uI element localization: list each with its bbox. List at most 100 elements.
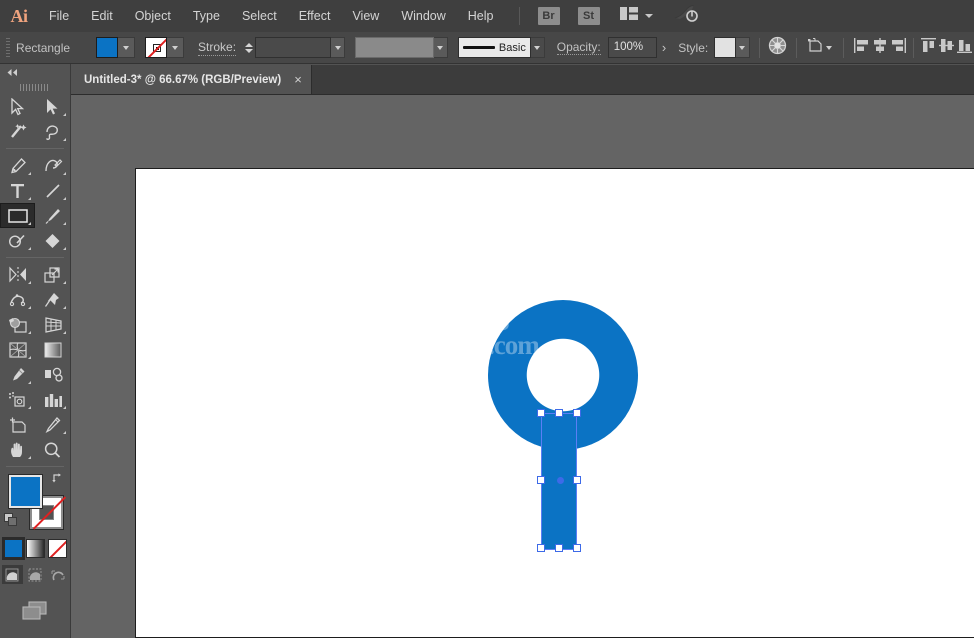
chevron-down-icon [437, 45, 444, 50]
stroke-weight-stepper[interactable] [244, 37, 254, 58]
brush-definition-dropdown-button[interactable] [530, 37, 545, 58]
rotate-tool[interactable] [0, 262, 35, 287]
draw-inside-button[interactable] [48, 565, 69, 584]
opacity-input[interactable]: 100% [607, 37, 657, 58]
default-fill-stroke-button[interactable] [4, 513, 19, 528]
menu-edit[interactable]: Edit [80, 0, 124, 32]
align-left-button[interactable] [853, 37, 871, 59]
handle-bottom-left[interactable] [537, 544, 545, 552]
eyedropper-tool[interactable] [0, 362, 35, 387]
line-segment-tool[interactable] [35, 178, 70, 203]
handle-top-right[interactable] [573, 409, 581, 417]
swap-fill-stroke-button[interactable] [51, 471, 65, 485]
shape-builder-tool[interactable] [0, 312, 35, 337]
paintbrush-icon [45, 208, 60, 224]
handle-top-center[interactable] [555, 409, 563, 417]
menu-window[interactable]: Window [390, 0, 456, 32]
type-tool[interactable] [0, 178, 35, 203]
align-top-button[interactable] [920, 37, 938, 59]
symbol-sprayer-tool[interactable] [0, 387, 35, 412]
align-right-button[interactable] [889, 37, 907, 59]
color-mode-button[interactable] [1, 537, 25, 560]
artwork-group[interactable]: J .com [488, 300, 648, 565]
align-horizontal-center-button[interactable] [871, 37, 889, 59]
opacity-options-button[interactable]: › [662, 40, 666, 55]
graphic-style-swatch[interactable] [714, 37, 736, 58]
none-mode-button[interactable] [47, 539, 67, 558]
handle-middle-right[interactable] [573, 476, 581, 484]
menu-view[interactable]: View [341, 0, 390, 32]
selection-bounding-box[interactable] [537, 409, 581, 552]
rectangle-tool[interactable] [0, 203, 35, 228]
artboard-tool[interactable] [0, 412, 35, 437]
fill-color-indicator[interactable] [8, 474, 43, 509]
handle-bottom-center[interactable] [555, 544, 563, 552]
brush-definition-box[interactable]: Basic [457, 37, 531, 58]
blend-tool[interactable] [35, 362, 70, 387]
gradient-tool[interactable] [35, 337, 70, 362]
width-tool[interactable] [0, 287, 35, 312]
align-vertical-center-button[interactable] [938, 37, 956, 59]
menu-effect[interactable]: Effect [288, 0, 342, 32]
variable-width-dropdown-button[interactable] [433, 37, 448, 58]
recolor-artwork-button[interactable] [768, 36, 787, 59]
pen-tool[interactable] [0, 153, 35, 178]
menu-type[interactable]: Type [182, 0, 231, 32]
eraser-tool[interactable] [35, 228, 70, 253]
canvas-area[interactable]: J .com [71, 95, 974, 638]
selection-tool[interactable] [0, 94, 35, 119]
handle-top-left[interactable] [537, 409, 545, 417]
scale-tool[interactable] [35, 262, 70, 287]
paintbrush-tool[interactable] [35, 203, 70, 228]
curvature-tool[interactable] [35, 153, 70, 178]
mesh-tool[interactable] [0, 337, 35, 362]
fill-dropdown-button[interactable] [118, 37, 136, 58]
document-tab[interactable]: Untitled-3* @ 66.67% (RGB/Preview) × [71, 65, 312, 94]
menu-object[interactable]: Object [124, 0, 182, 32]
transform-dropdown-button[interactable] [824, 37, 834, 58]
reflect-icon [8, 266, 26, 283]
change-screen-mode-button[interactable] [0, 600, 70, 622]
artboard[interactable]: J .com [135, 168, 974, 638]
handle-bottom-right[interactable] [573, 544, 581, 552]
close-icon[interactable]: × [294, 73, 302, 86]
bridge-button[interactable]: Br [537, 7, 560, 25]
stroke-dropdown-button[interactable] [167, 37, 185, 58]
stroke-color-swatch[interactable] [145, 37, 168, 58]
chevron-down-icon [123, 45, 130, 50]
center-anchor-point[interactable] [556, 477, 564, 484]
align-bottom-button[interactable] [956, 37, 974, 59]
magic-wand-tool[interactable] [0, 119, 35, 144]
opacity-label[interactable]: Opacity: [556, 40, 601, 55]
stroke-weight-input[interactable] [254, 37, 332, 58]
toolbar-collapse-button[interactable] [0, 64, 70, 80]
hand-tool[interactable] [0, 437, 35, 462]
shaper-tool[interactable] [0, 228, 35, 253]
rocket-launch-button[interactable] [673, 4, 699, 29]
handle-middle-left[interactable] [537, 476, 545, 484]
menu-select[interactable]: Select [231, 0, 288, 32]
graphic-style-dropdown-button[interactable] [735, 37, 750, 58]
toolbar-grip[interactable] [0, 80, 70, 94]
stock-button[interactable]: St [577, 7, 600, 25]
direct-selection-tool[interactable] [35, 94, 70, 119]
stroke-weight-dropdown-button[interactable] [331, 37, 345, 58]
gradient-mode-button[interactable] [25, 539, 45, 558]
slice-tool[interactable] [35, 412, 70, 437]
zoom-tool[interactable] [35, 437, 70, 462]
free-transform-tool[interactable] [35, 287, 70, 312]
workspace-switcher[interactable] [619, 7, 653, 25]
magic-wand-icon [11, 123, 27, 138]
lasso-tool[interactable] [35, 119, 70, 144]
perspective-grid-tool[interactable] [35, 312, 70, 337]
fill-color-swatch[interactable] [96, 37, 119, 58]
stroke-weight-label[interactable]: Stroke: [198, 40, 237, 56]
menu-file[interactable]: File [38, 0, 80, 32]
draw-normal-button[interactable] [1, 565, 23, 584]
transform-button[interactable] [806, 37, 824, 59]
draw-behind-button[interactable] [25, 565, 46, 584]
control-bar-grip[interactable] [6, 37, 11, 58]
menu-help[interactable]: Help [457, 0, 505, 32]
variable-width-profile-input[interactable] [355, 37, 434, 58]
column-graph-tool[interactable] [35, 387, 70, 412]
